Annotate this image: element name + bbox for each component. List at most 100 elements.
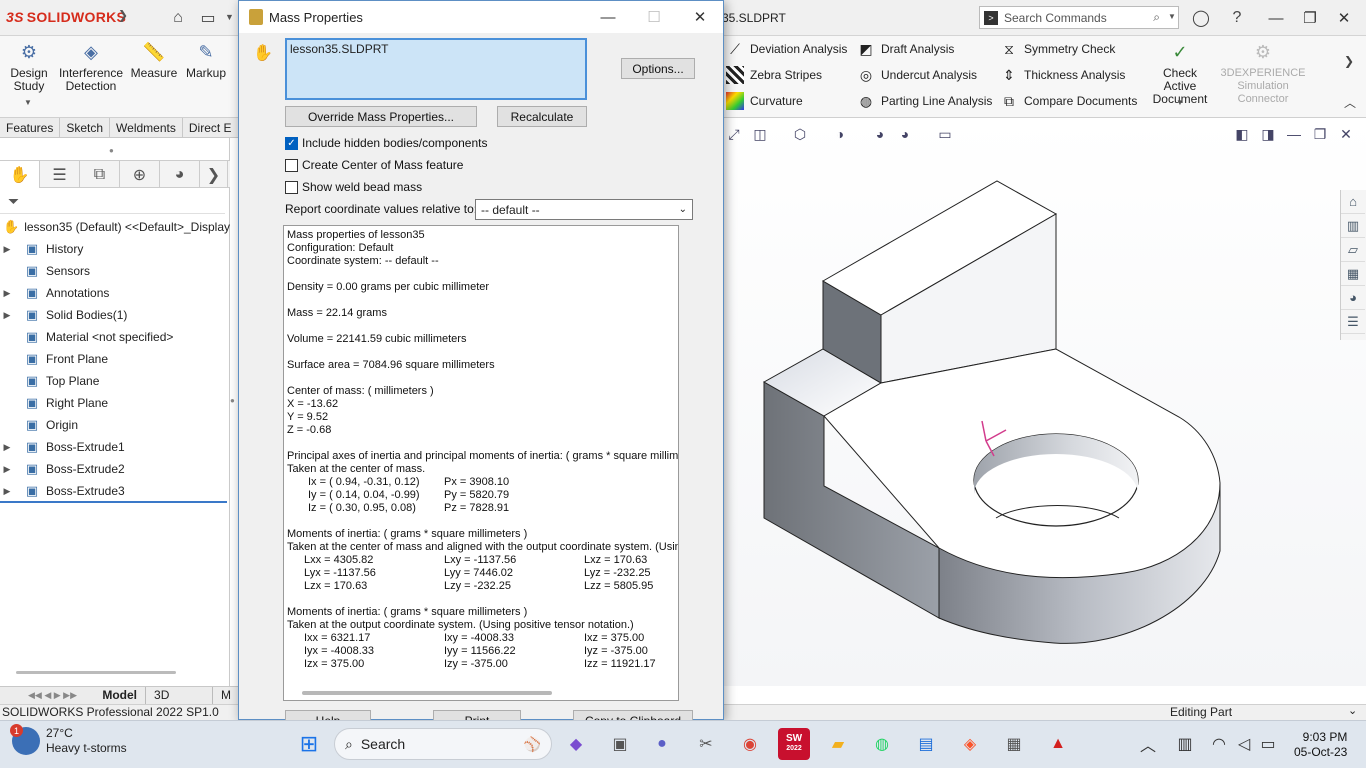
task-view-icon[interactable]: ▣ (604, 728, 636, 760)
checkbox-icon[interactable] (285, 158, 298, 172)
windows-start-icon[interactable]: ⊞ (293, 728, 325, 760)
options-button[interactable]: Options... (621, 58, 695, 79)
panel-handle-icon[interactable]: ● (109, 146, 114, 155)
filter-icon[interactable]: ⏷ (8, 193, 19, 210)
chrome-icon[interactable]: ◉ (734, 728, 766, 760)
expand-arrow-icon[interactable]: ▶ (0, 288, 14, 299)
wifi-icon[interactable]: ◠ (1206, 728, 1232, 760)
system-clock[interactable]: 9:03 PM 05-Oct-23 (1294, 730, 1347, 760)
results-text-area[interactable]: Mass properties of lesson35 Configuratio… (283, 225, 679, 701)
override-mass-properties-button[interactable]: Override Mass Properties... (285, 106, 477, 127)
symmetry-check-button[interactable]: ⧖ Symmetry Check (1000, 39, 1137, 59)
tab-weldments[interactable]: Weldments (110, 118, 183, 138)
dimxpert-tab-icon[interactable]: ⊕ (120, 161, 160, 188)
show-weld-checkbox[interactable]: Show weld bead mass (285, 180, 422, 194)
calculator-icon[interactable]: ▦ (998, 728, 1030, 760)
tree-item[interactable]: ▣ Right Plane (0, 392, 230, 414)
tab-3d-views[interactable]: 3D Views (146, 686, 213, 718)
tree-item[interactable]: ▶ ▣ Annotations (0, 282, 230, 304)
tree-root[interactable]: ✋ lesson35 (Default) <<Default>_Display (0, 216, 230, 238)
splitter-handle-icon[interactable]: ● (230, 396, 235, 405)
create-com-checkbox[interactable]: Create Center of Mass feature (285, 158, 463, 172)
chevron-right-icon[interactable]: ❯ (1344, 54, 1354, 68)
tree-item[interactable]: ▶ ▣ Boss-Extrude1 (0, 436, 230, 458)
new-document-icon[interactable]: ▭ (197, 7, 219, 29)
measure-button[interactable]: 📏 Measure (130, 40, 178, 80)
menu-expand-icon[interactable]: ❯ (118, 8, 128, 22)
solidworks-logo[interactable]: 3S SOLIDWORKS (6, 9, 126, 25)
acrobat-icon[interactable]: ▲ (1042, 728, 1074, 760)
resources-home-icon[interactable]: ⌂ (1341, 190, 1365, 214)
restore-button[interactable]: ❐ (1296, 6, 1324, 30)
panel-scrollbar[interactable] (16, 671, 176, 674)
solidworks-taskbar-icon[interactable]: SW 2022 (778, 728, 810, 760)
expand-arrow-icon[interactable]: ▶ (0, 442, 14, 453)
curvature-button[interactable]: Curvature (726, 91, 847, 111)
appearance-icon[interactable]: ◕ (870, 124, 890, 144)
selected-item[interactable]: lesson35.SLDPRT (290, 42, 582, 56)
tree-item[interactable]: ▶ ▣ Solid Bodies(1) (0, 304, 230, 326)
parting-line-analysis-button[interactable]: ◍ Parting Line Analysis (857, 91, 993, 111)
copilot-icon[interactable]: ◆ (560, 728, 592, 760)
zebra-stripes-button[interactable]: Zebra Stripes (726, 65, 847, 85)
tree-item[interactable]: ▣ Origin (0, 414, 230, 436)
file-explorer-icon[interactable]: ▱ (1341, 238, 1365, 262)
coordinate-system-select[interactable]: -- default -- ⌄ (475, 199, 693, 220)
appearance-tab-icon[interactable]: ◕ (160, 161, 200, 188)
custom-properties-icon[interactable]: ☰ (1341, 310, 1365, 334)
dialog-minimize-button[interactable]: — (593, 5, 623, 29)
checkbox-icon[interactable] (285, 180, 298, 194)
tab-direct-editing[interactable]: Direct E (183, 118, 239, 138)
deviation-analysis-button[interactable]: ⟋ Deviation Analysis (726, 39, 847, 59)
view-settings-icon[interactable]: ▭ (935, 124, 955, 144)
interference-detection-button[interactable]: ◈ Interference Detection (58, 40, 124, 93)
help-icon[interactable]: ? (1226, 7, 1248, 29)
user-icon[interactable]: ◯ (1190, 7, 1212, 29)
expand-arrow-icon[interactable]: ▶ (0, 464, 14, 475)
configuration-manager-tab-icon[interactable]: ⧉ (80, 161, 120, 188)
undercut-analysis-button[interactable]: ◎ Undercut Analysis (857, 65, 992, 85)
file-explorer-taskbar-icon[interactable]: ▰ (822, 728, 854, 760)
graphics-area[interactable] (724, 118, 1366, 686)
view-orientation-icon[interactable]: ⬡ (790, 124, 810, 144)
simulation-connector-button[interactable]: ⚙ 3DEXPERIENCE Simulation Connector (1221, 40, 1306, 106)
checkbox-checked-icon[interactable]: ✓ (285, 136, 298, 150)
search-dropdown-icon[interactable]: ▼ (1168, 12, 1176, 21)
tree-item[interactable]: ▣ Front Plane (0, 348, 230, 370)
expand-arrow-icon[interactable]: ▶ (0, 310, 14, 321)
weather-widget[interactable]: 1 27°C Heavy t-storms (10, 724, 127, 756)
tree-item[interactable]: ▣ Top Plane (0, 370, 230, 392)
include-hidden-checkbox[interactable]: ✓ Include hidden bodies/components (285, 136, 487, 150)
check-active-document-button[interactable]: ✓ Check Active Document (1146, 40, 1214, 106)
close-button[interactable]: ✕ (1330, 6, 1358, 30)
section-view-icon[interactable]: ◫ (750, 124, 770, 144)
design-library-icon[interactable]: ▥ (1341, 214, 1365, 238)
tab-sketch[interactable]: Sketch (60, 118, 111, 138)
volume-icon[interactable]: ◁ (1232, 728, 1256, 760)
chevron-down-icon[interactable]: ▼ (1176, 98, 1184, 107)
taskbar-search[interactable]: ⌕ Search ⚾ (334, 728, 552, 760)
zoom-to-fit-icon[interactable]: ⤢ (724, 124, 744, 144)
feature-manager-tab-icon[interactable]: ✋ (0, 161, 40, 188)
collapse-icon[interactable]: ︿ (1344, 94, 1356, 111)
home-icon[interactable]: ⌂ (167, 7, 189, 29)
battery-icon[interactable]: ▭ (1256, 728, 1280, 760)
chevron-down-icon[interactable]: ▼ (225, 12, 234, 22)
tab-features[interactable]: Features (0, 118, 61, 138)
tab-motion-study[interactable]: M (213, 686, 240, 705)
expand-arrow-icon[interactable]: ▶ (0, 486, 14, 497)
compare-documents-button[interactable]: ⧉ Compare Documents (1000, 91, 1137, 111)
teams-chat-icon[interactable]: ● (646, 728, 678, 760)
status-options-icon[interactable]: ⌄ (1348, 704, 1357, 717)
whatsapp-icon[interactable]: ◍ (866, 728, 898, 760)
viewport-prev-icon[interactable]: ◧ (1232, 124, 1252, 144)
rollback-bar[interactable] (0, 501, 227, 503)
tab-model[interactable]: Model (94, 686, 147, 705)
viewport-restore-icon[interactable]: ❐ (1310, 124, 1330, 144)
tree-item[interactable]: ▶ ▣ Boss-Extrude3 (0, 480, 230, 502)
dialog-maximize-button[interactable]: ☐ (639, 5, 669, 29)
tree-item[interactable]: ▣ Sensors (0, 260, 230, 282)
tree-item[interactable]: ▣ Material <not specified> (0, 326, 230, 348)
expand-arrow-icon[interactable]: ▶ (0, 244, 14, 255)
design-study-button[interactable]: ⚙ Design Study (8, 40, 50, 93)
